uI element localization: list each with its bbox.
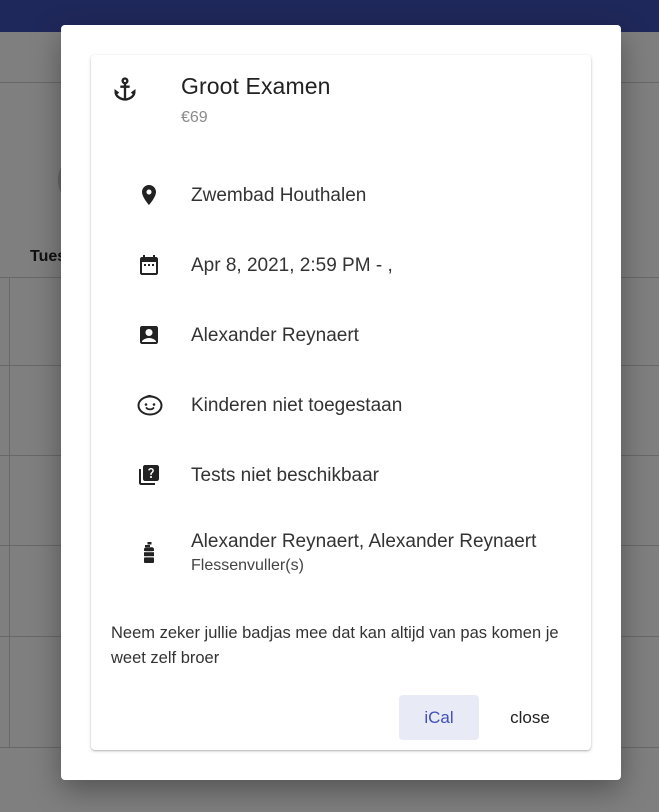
detail-row-date: Apr 8, 2021, 2:59 PM - ,	[91, 245, 591, 285]
detail-row-tests: Tests niet beschikbaar	[91, 455, 591, 495]
detail-row-person: Alexander Reynaert	[91, 315, 591, 355]
ical-button[interactable]: iCal	[399, 695, 479, 740]
event-dialog: Groot Examen €69 Zwembad Houthalen Apr 8…	[61, 25, 621, 780]
detail-text: Kinderen niet toegestaan	[191, 395, 403, 416]
detail-row-location: Zwembad Houthalen	[91, 175, 591, 215]
detail-text: Alexander Reynaert, Alexander Reynaert	[191, 531, 537, 552]
detail-text: Zwembad Houthalen	[191, 185, 367, 206]
detail-text: Tests niet beschikbaar	[191, 465, 379, 486]
detail-text: Apr 8, 2021, 2:59 PM - ,	[191, 255, 393, 276]
calendar-icon	[137, 253, 161, 277]
event-title: Groot Examen	[181, 73, 331, 99]
child-face-icon	[137, 393, 163, 417]
detail-row-children: Kinderen niet toegestaan	[91, 385, 591, 425]
anchor-icon	[111, 75, 139, 103]
detail-subtext: Flessenvuller(s)	[191, 557, 304, 574]
detail-text: Alexander Reynaert	[191, 325, 359, 346]
event-note: Neem zeker jullie badjas mee dat kan alt…	[111, 624, 559, 667]
detail-row-fillers: Alexander Reynaert, Alexander Reynaert F…	[91, 523, 591, 583]
person-badge-icon	[137, 323, 161, 347]
location-pin-icon	[137, 183, 161, 207]
event-price: €69	[181, 109, 208, 126]
close-button[interactable]: close	[491, 695, 569, 740]
quiz-icon	[137, 463, 161, 487]
event-card: Groot Examen €69 Zwembad Houthalen Apr 8…	[91, 55, 591, 750]
gas-cylinder-icon	[137, 541, 161, 565]
